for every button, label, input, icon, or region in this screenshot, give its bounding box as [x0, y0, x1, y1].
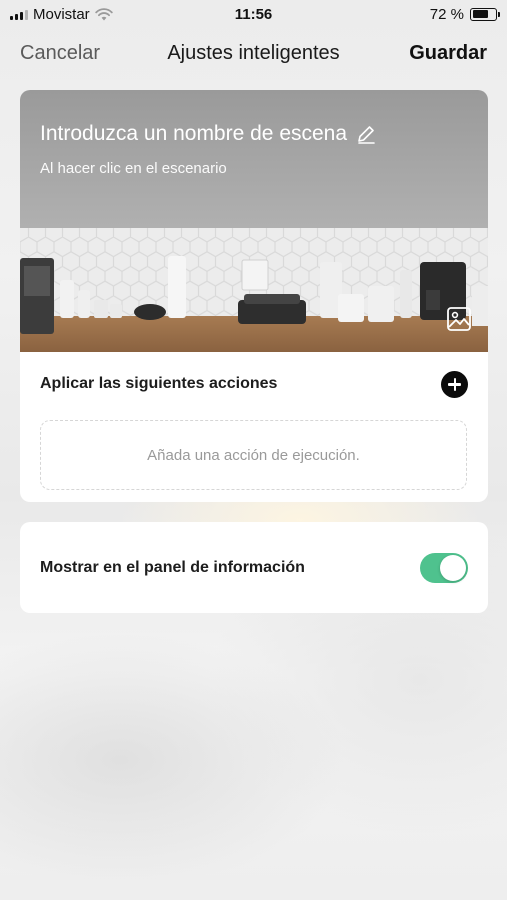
battery-percent: 72 % [429, 5, 464, 23]
scene-cover-image[interactable]: Introduzca un nombre de escena Al hacer … [20, 90, 488, 352]
cancel-button[interactable]: Cancelar [20, 42, 100, 65]
carrier-label: Movistar [33, 5, 90, 23]
actions-header: Aplicar las siguientes acciones [40, 370, 468, 398]
add-action-area[interactable]: Añada una acción de ejecución. [40, 420, 467, 490]
status-right: 72 % [429, 5, 500, 23]
save-button[interactable]: Guardar [409, 42, 487, 65]
battery-fill [472, 10, 489, 18]
signal-icon [10, 9, 28, 20]
show-in-panel-label: Mostrar en el panel de información [40, 558, 305, 576]
scene-card: Introduzca un nombre de escena Al hacer … [20, 90, 488, 502]
actions-title: Aplicar las siguientes acciones [40, 375, 278, 392]
toggle-knob [440, 554, 466, 581]
scene-name-placeholder: Introduzca un nombre de escena [40, 122, 348, 145]
status-bar: Movistar 11:56 72 % [0, 0, 507, 28]
scene-subtitle: Al hacer clic en el escenario [40, 160, 227, 177]
nav-bar: Cancelar Ajustes inteligentes Guardar [0, 32, 507, 74]
pencil-icon[interactable] [355, 123, 377, 145]
show-in-panel-toggle[interactable] [420, 552, 468, 583]
scene-name-field[interactable]: Introduzca un nombre de escena [40, 122, 377, 146]
status-left: Movistar [10, 6, 113, 23]
plus-circle-icon[interactable] [441, 370, 468, 398]
image-icon[interactable] [446, 306, 472, 332]
show-in-panel-card: Mostrar en el panel de información [20, 522, 488, 613]
wifi-icon [94, 7, 113, 20]
battery-icon [470, 7, 500, 21]
add-action-placeholder: Añada una acción de ejecución. [147, 446, 360, 464]
